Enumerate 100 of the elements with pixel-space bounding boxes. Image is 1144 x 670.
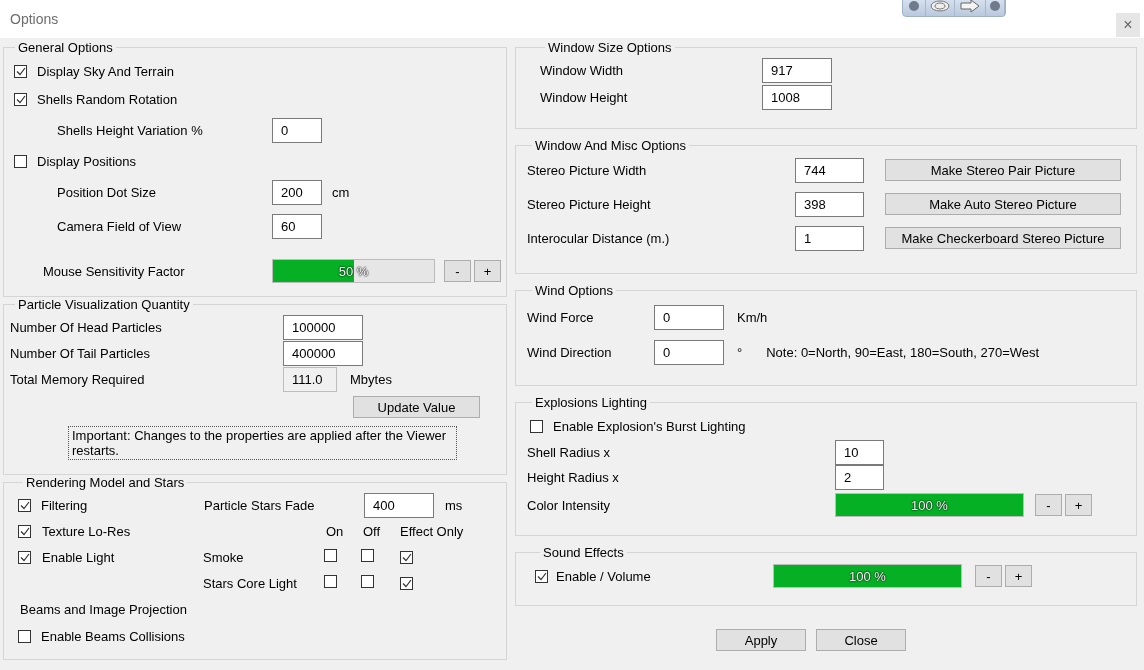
increase-button[interactable]: + bbox=[1065, 494, 1092, 516]
readonly-field[interactable]: 111.0 bbox=[283, 366, 337, 392]
checkbox-label: Enable Light bbox=[42, 549, 116, 565]
checkmark-icon bbox=[19, 526, 30, 536]
checkbox[interactable] bbox=[14, 92, 27, 106]
section-label: Beams and Image Projection bbox=[20, 601, 187, 617]
checkbox[interactable] bbox=[361, 549, 374, 562]
checkbox[interactable] bbox=[324, 575, 337, 588]
column-header: Off bbox=[363, 523, 382, 539]
group-title: Window Size Options bbox=[547, 40, 673, 55]
checkbox-label: Display Positions bbox=[37, 153, 136, 169]
checkbox[interactable] bbox=[18, 524, 31, 538]
input-field[interactable]: 2 bbox=[835, 465, 884, 490]
input-field[interactable]: 0 bbox=[654, 340, 724, 365]
field-label: Shell Radius x bbox=[527, 445, 612, 460]
field-label: Shells Height Variation % bbox=[57, 122, 204, 138]
input-field[interactable]: 100000 bbox=[283, 314, 363, 340]
input-field[interactable]: 744 bbox=[795, 157, 864, 183]
input-field[interactable]: 400 bbox=[364, 492, 434, 518]
checkbox-label: Display Sky And Terrain bbox=[37, 63, 175, 79]
column-header: Effect Only bbox=[400, 523, 465, 539]
field-label: Particle Stars Fade bbox=[204, 497, 316, 513]
meter-track[interactable]: 50 % bbox=[272, 259, 435, 283]
group-title: Window And Misc Options bbox=[534, 138, 687, 153]
input-field[interactable]: 917 bbox=[762, 58, 832, 83]
update-value-button[interactable]: Update Value bbox=[353, 396, 480, 418]
meter-reading: 100 % bbox=[848, 569, 887, 584]
input-field[interactable]: 0 bbox=[654, 305, 724, 330]
checkbox[interactable] bbox=[530, 419, 543, 433]
column-header: On bbox=[326, 523, 345, 539]
note-text: Important: Changes to the properties are applied after the Viewer restarts. bbox=[68, 426, 457, 460]
apply-button[interactable]: Apply bbox=[716, 629, 806, 651]
checkmark-icon bbox=[19, 500, 30, 510]
checkbox[interactable] bbox=[400, 550, 413, 564]
meter-label: Mouse Sensitivity Factor bbox=[43, 263, 186, 279]
checkmark-icon bbox=[15, 66, 26, 76]
checkbox[interactable] bbox=[18, 498, 31, 512]
input-field[interactable]: 0 bbox=[272, 117, 322, 143]
checkbox-label: Filtering bbox=[41, 497, 89, 513]
input-field[interactable]: 1008 bbox=[762, 85, 832, 110]
input-field[interactable]: 60 bbox=[272, 213, 322, 239]
action-button[interactable]: Make Auto Stereo Picture bbox=[885, 193, 1121, 215]
checkbox[interactable] bbox=[14, 64, 27, 78]
input-field[interactable]: 1 bbox=[795, 225, 864, 251]
field-label: Number Of Head Particles bbox=[10, 319, 163, 335]
action-button[interactable]: Make Stereo Pair Picture bbox=[885, 159, 1121, 181]
input-field[interactable]: 398 bbox=[795, 191, 864, 217]
field-label: Height Radius x bbox=[527, 470, 620, 485]
checkmark-icon bbox=[15, 94, 26, 104]
checkmark-icon bbox=[19, 552, 30, 562]
unit-label: ° bbox=[737, 345, 743, 360]
decrease-button[interactable]: - bbox=[1035, 494, 1062, 516]
field-label: Total Memory Required bbox=[10, 371, 146, 387]
meter-label: Color Intensity bbox=[527, 497, 612, 513]
group-title: General Options bbox=[17, 40, 114, 55]
input-field[interactable]: 10 bbox=[835, 440, 884, 465]
increase-button[interactable]: + bbox=[474, 260, 501, 282]
close-button[interactable]: × bbox=[1116, 13, 1140, 37]
unit-label: ms bbox=[445, 497, 463, 513]
checkmark-icon bbox=[536, 571, 547, 581]
unit-label: Mbytes bbox=[350, 371, 392, 387]
meter-reading: 50 % bbox=[337, 264, 370, 279]
meter-reading: 100 % bbox=[910, 498, 949, 513]
window-title: Options bbox=[10, 11, 60, 27]
action-button[interactable]: Make Checkerboard Stereo Picture bbox=[885, 227, 1121, 249]
decrease-button[interactable]: - bbox=[444, 260, 471, 282]
field-label: Window Height bbox=[540, 90, 629, 105]
row-label: Smoke bbox=[203, 549, 245, 565]
field-label: Wind Force bbox=[527, 310, 595, 325]
input-field[interactable]: 200 bbox=[272, 179, 322, 205]
field-label: Stereo Picture Width bbox=[527, 162, 648, 178]
group-title: Particle Visualization Quantity bbox=[17, 297, 191, 312]
checkbox[interactable] bbox=[18, 629, 31, 643]
checkbox[interactable] bbox=[361, 575, 374, 588]
group-title: Sound Effects bbox=[542, 545, 625, 560]
field-label: Camera Field of View bbox=[57, 218, 183, 234]
checkmark-icon bbox=[401, 552, 412, 562]
group-title: Rendering Model and Stars bbox=[25, 475, 186, 490]
row-label: Stars Core Light bbox=[203, 575, 298, 591]
checkbox[interactable] bbox=[18, 550, 31, 564]
field-label: Wind Direction bbox=[527, 345, 613, 360]
unit-label: cm bbox=[332, 184, 350, 200]
checkbox[interactable] bbox=[324, 549, 337, 562]
field-label: Interocular Distance (m.) bbox=[527, 230, 671, 246]
input-field[interactable]: 400000 bbox=[283, 340, 363, 366]
decrease-button[interactable]: - bbox=[975, 565, 1002, 587]
checkbox-label: Enable Explosion's Burst Lighting bbox=[553, 418, 746, 434]
checkbox[interactable] bbox=[14, 154, 27, 168]
checkbox[interactable] bbox=[400, 576, 413, 590]
group-title: Explosions Lighting bbox=[534, 395, 649, 410]
checkbox[interactable] bbox=[535, 569, 548, 583]
group-title: Wind Options bbox=[534, 283, 615, 298]
close-button[interactable]: Close bbox=[816, 629, 906, 651]
field-label: Window Width bbox=[540, 63, 625, 78]
checkbox-label: Enable Beams Collisions bbox=[41, 628, 185, 644]
field-label: Position Dot Size bbox=[57, 184, 157, 200]
increase-button[interactable]: + bbox=[1005, 565, 1032, 587]
checkbox-label: Texture Lo-Res bbox=[42, 523, 132, 539]
field-label: Number Of Tail Particles bbox=[10, 345, 151, 361]
field-label: Stereo Picture Height bbox=[527, 196, 652, 212]
